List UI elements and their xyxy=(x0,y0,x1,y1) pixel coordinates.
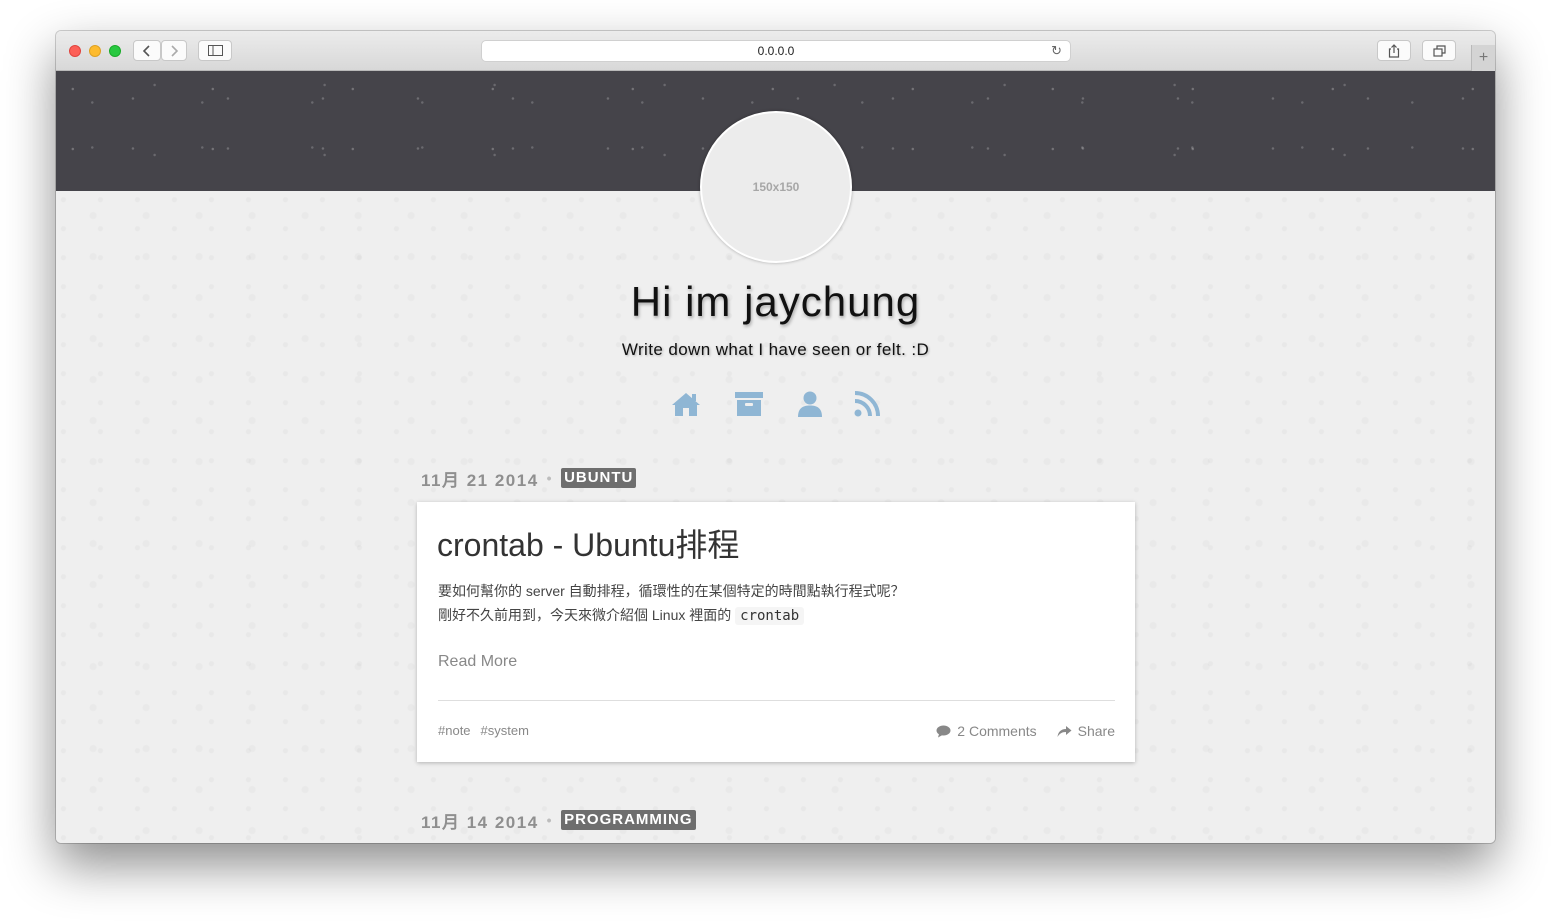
post-card: crontab - Ubuntu排程 要如何幫你的 server 自動排程，循環… xyxy=(417,502,1135,762)
meta-separator: • xyxy=(546,812,554,828)
tabs-overview-button[interactable] xyxy=(1422,40,1456,61)
user-icon xyxy=(798,391,822,417)
nav-rss-link[interactable] xyxy=(854,391,880,417)
site-subtitle: Write down what I have seen or felt. :D xyxy=(621,340,930,359)
chevron-left-icon xyxy=(142,44,150,57)
inline-code: crontab xyxy=(735,607,805,625)
post-meta: 11月 21 2014 • UBUNTU xyxy=(421,467,637,490)
home-icon xyxy=(672,393,700,416)
post-date: 11月 21 2014 xyxy=(421,470,539,490)
post-title[interactable]: crontab - Ubuntu排程 xyxy=(437,520,739,566)
post-meta: 11月 14 2014 • PROGRAMMING xyxy=(421,809,696,832)
share-label: Share xyxy=(1077,723,1115,739)
site-title: Hi im jaychung xyxy=(630,278,921,325)
close-window-button[interactable] xyxy=(69,45,81,57)
address-bar[interactable]: 0.0.0.0 ↻ xyxy=(481,40,1071,62)
minimize-window-button[interactable] xyxy=(89,45,101,57)
post-excerpt: 要如何幫你的 server 自動排程，循環性的在某個特定的時間點執行程式呢？ 剛… xyxy=(438,579,905,628)
comments-link[interactable]: 2 Comments xyxy=(936,723,1037,739)
new-tab-button[interactable]: + xyxy=(1471,45,1495,71)
card-divider xyxy=(438,700,1115,701)
sidebar-icon xyxy=(207,45,223,56)
meta-separator: • xyxy=(546,470,554,486)
post-tags: #note #system xyxy=(438,723,529,738)
excerpt-line: 要如何幫你的 server 自動排程，循環性的在某個特定的時間點執行程式呢？ xyxy=(438,583,905,599)
share-link[interactable]: Share xyxy=(1057,723,1115,739)
tag-link[interactable]: #system xyxy=(481,723,529,738)
share-icon xyxy=(1388,43,1400,58)
nav-about-link[interactable] xyxy=(797,391,823,418)
zoom-window-button[interactable] xyxy=(109,45,121,57)
back-button[interactable] xyxy=(133,40,161,61)
tag-link[interactable]: #note xyxy=(438,723,471,738)
category-badge[interactable]: UBUNTU xyxy=(561,468,637,488)
category-badge[interactable]: PROGRAMMING xyxy=(561,810,696,830)
nav-home-link[interactable] xyxy=(671,391,701,417)
share-arrow-icon xyxy=(1057,725,1072,737)
excerpt-text: 剛好不久前用到，今天來微介紹個 Linux 裡面的 xyxy=(438,607,736,623)
plus-icon: + xyxy=(1478,49,1489,66)
comments-count: 2 Comments xyxy=(957,723,1037,739)
chevron-right-icon xyxy=(171,44,179,57)
sidebar-toggle-button[interactable] xyxy=(198,40,232,61)
share-toolbar-button[interactable] xyxy=(1377,40,1411,61)
nav-archive-link[interactable] xyxy=(735,391,763,417)
browser-window: 0.0.0.0 ↻ + 150x150 Hi im jaychung Write… xyxy=(56,31,1495,843)
forward-button[interactable] xyxy=(161,40,187,61)
tabs-icon xyxy=(1432,44,1446,57)
url-text: 0.0.0.0 xyxy=(757,44,795,58)
excerpt-line: 剛好不久前用到，今天來微介紹個 Linux 裡面的 crontab xyxy=(438,603,905,628)
read-more-link[interactable]: Read More xyxy=(438,653,517,671)
browser-toolbar: 0.0.0.0 ↻ + xyxy=(56,31,1495,71)
post-actions: 2 Comments Share xyxy=(936,723,1115,739)
comment-icon xyxy=(936,725,951,737)
avatar: 150x150 xyxy=(700,111,852,263)
post-date: 11月 14 2014 xyxy=(421,812,539,832)
rss-icon xyxy=(854,391,880,417)
avatar-placeholder-text: 150x150 xyxy=(752,180,800,194)
reload-icon[interactable]: ↻ xyxy=(1051,43,1062,59)
archive-icon xyxy=(735,392,763,416)
